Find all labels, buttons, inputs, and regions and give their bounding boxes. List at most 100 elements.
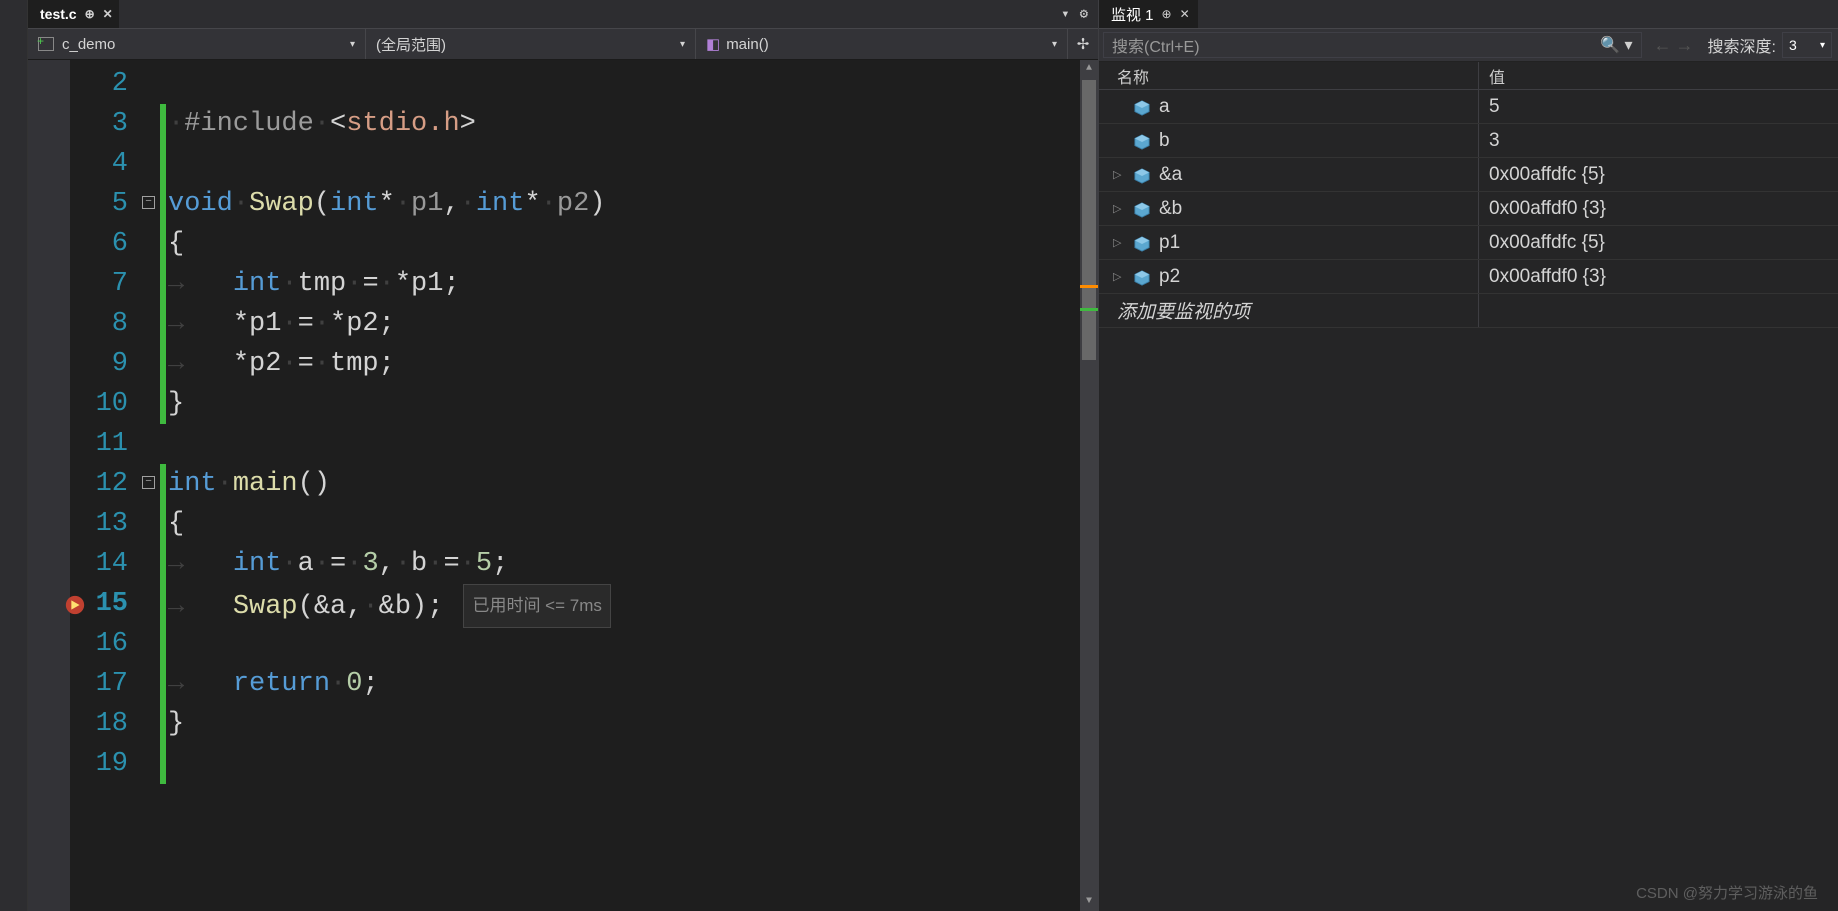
close-icon[interactable]: ✕ (1180, 7, 1190, 21)
code-folding-gutter[interactable]: − − (140, 60, 160, 911)
watch-row[interactable]: ▷ &b 0x00affdf0 {3} (1099, 192, 1838, 226)
depth-label: 搜索深度: (1702, 33, 1782, 57)
collapsed-side-panel[interactable] (0, 0, 28, 911)
variable-icon (1133, 236, 1151, 250)
scope-dropdown[interactable]: (全局范围) ▾ (366, 29, 696, 59)
perf-tip[interactable]: 已用时间 <= 7ms (463, 584, 610, 628)
variable-icon (1133, 100, 1151, 114)
watermark: CSDN @努力学习游泳的鱼 (1636, 882, 1818, 903)
depth-value: 3 (1789, 37, 1797, 53)
watch-var-name: b (1159, 130, 1170, 152)
file-tab[interactable]: test.c ⊕ ✕ (28, 0, 119, 28)
code-line[interactable]: → return·0; (166, 664, 1080, 704)
watch-columns-header: 名称 值 (1099, 62, 1838, 90)
watch-var-value: 5 (1479, 96, 1838, 118)
code-editor[interactable]: 2345678910111213141516171819 − − ·#inclu… (28, 60, 1098, 911)
vertical-scrollbar[interactable]: ▲ ▼ (1080, 60, 1098, 911)
execution-pointer-icon (64, 594, 86, 616)
navigation-bar: c_demo ▾ (全局范围) ▾ ◧ main() ▾ ✢ (28, 28, 1098, 60)
column-value[interactable]: 值 (1479, 64, 1838, 88)
expand-icon[interactable]: ▷ (1113, 236, 1127, 249)
watch-var-value: 0x00affdf0 {3} (1479, 266, 1838, 288)
code-line[interactable]: { (166, 224, 1080, 264)
search-input[interactable]: 搜索(Ctrl+E) 🔍 ▾ (1103, 32, 1642, 58)
prev-arrow-icon[interactable]: ← (1654, 35, 1672, 56)
scrollbar-thumb[interactable] (1082, 80, 1096, 360)
watch-row[interactable]: b3 (1099, 124, 1838, 158)
watch-tab-bar: 监视 1 ⊕ ✕ (1099, 0, 1838, 28)
line-number: 2 (70, 64, 128, 104)
tab-dropdown-icon[interactable]: ▾ (1061, 6, 1069, 23)
variable-icon (1133, 270, 1151, 284)
watch-var-name: &a (1159, 164, 1182, 186)
code-line[interactable]: → Swap(&a,·&b);已用时间 <= 7ms (166, 584, 1080, 624)
expand-icon[interactable]: ▷ (1113, 168, 1127, 181)
watch-row[interactable]: ▷p20x00affdf0 {3} (1099, 260, 1838, 294)
add-watch-item[interactable]: 添加要监视的项 (1099, 294, 1838, 328)
close-icon[interactable]: ✕ (103, 7, 113, 21)
watch-rows: a5b3▷&a0x00affdfc {5}▷&b0x00affdf0 {3}▷p… (1099, 90, 1838, 328)
code-content[interactable]: ·#include·<stdio.h> void·Swap(int*·p1,·in… (166, 60, 1080, 911)
pin-icon[interactable]: ⊕ (85, 7, 95, 21)
column-name[interactable]: 名称 (1099, 62, 1479, 89)
scroll-down-icon[interactable]: ▼ (1080, 893, 1098, 911)
watch-var-value: 0x00affdf0 {3} (1479, 198, 1838, 220)
code-line[interactable]: → int·tmp·=·*p1; (166, 264, 1080, 304)
search-icon[interactable]: 🔍 ▾ (1600, 35, 1632, 55)
split-plus-button[interactable]: ✢ (1068, 29, 1098, 59)
pin-icon[interactable]: ⊕ (1162, 7, 1172, 21)
function-label: main() (726, 36, 769, 53)
watch-panel: 监视 1 ⊕ ✕ 搜索(Ctrl+E) 🔍 ▾ ← → 搜索深度: 3 ▾ 名称… (1098, 0, 1838, 911)
code-line[interactable] (166, 744, 1080, 784)
breakpoint-margin[interactable] (28, 60, 70, 911)
expand-icon[interactable]: ▷ (1113, 202, 1127, 215)
code-line[interactable]: → *p2·=·tmp; (166, 344, 1080, 384)
code-line[interactable] (166, 624, 1080, 664)
watch-var-name: p1 (1159, 232, 1180, 254)
depth-select[interactable]: 3 ▾ (1782, 32, 1832, 58)
line-number-gutter: 2345678910111213141516171819 (70, 60, 140, 911)
code-line[interactable]: ·#include·<stdio.h> (166, 104, 1080, 144)
gear-icon[interactable]: ⚙ (1080, 6, 1088, 23)
chevron-down-icon: ▾ (680, 39, 685, 50)
line-number: 12 (70, 464, 128, 504)
watch-tab[interactable]: 监视 1 ⊕ ✕ (1099, 0, 1198, 28)
code-line[interactable]: int·main() (166, 464, 1080, 504)
variable-icon (1133, 134, 1151, 148)
line-number: 3 (70, 104, 128, 144)
watch-row[interactable]: ▷ p1 0x00affdfc {5} (1099, 226, 1838, 260)
watch-row[interactable]: a5 (1099, 90, 1838, 124)
function-dropdown[interactable]: ◧ main() ▾ (696, 29, 1068, 59)
code-line[interactable]: → *p1·=·*p2; (166, 304, 1080, 344)
code-line[interactable]: { (166, 504, 1080, 544)
watch-var-name: a (1159, 96, 1170, 118)
code-line[interactable] (166, 424, 1080, 464)
line-number: 19 (70, 744, 128, 784)
line-number: 18 (70, 704, 128, 744)
line-number: 14 (70, 544, 128, 584)
next-arrow-icon[interactable]: → (1676, 35, 1694, 56)
code-line[interactable]: void·Swap(int*·p1,·int*·p2) (166, 184, 1080, 224)
code-line[interactable] (166, 64, 1080, 104)
line-number: 17 (70, 664, 128, 704)
fold-toggle[interactable]: − (142, 476, 155, 489)
watch-var-value: 0x00affdfc {5} (1479, 232, 1838, 254)
line-number: 13 (70, 504, 128, 544)
line-number: 5 (70, 184, 128, 224)
watch-row[interactable]: ▷&a0x00affdfc {5} (1099, 158, 1838, 192)
watch-toolbar: 搜索(Ctrl+E) 🔍 ▾ ← → 搜索深度: 3 ▾ (1099, 28, 1838, 62)
fold-toggle[interactable]: − (142, 196, 155, 209)
watch-var-name: &b (1159, 198, 1182, 220)
watch-tab-label: 监视 1 (1111, 4, 1154, 25)
code-line[interactable]: → int·a·=·3,·b·=·5; (166, 544, 1080, 584)
project-dropdown[interactable]: c_demo ▾ (28, 29, 366, 59)
code-line[interactable] (166, 144, 1080, 184)
project-icon (38, 37, 54, 51)
expand-icon[interactable]: ▷ (1113, 270, 1127, 283)
code-line[interactable]: } (166, 704, 1080, 744)
line-number: 4 (70, 144, 128, 184)
code-line[interactable]: } (166, 384, 1080, 424)
variable-icon (1133, 168, 1151, 182)
scroll-up-icon[interactable]: ▲ (1080, 60, 1098, 78)
line-number: 9 (70, 344, 128, 384)
